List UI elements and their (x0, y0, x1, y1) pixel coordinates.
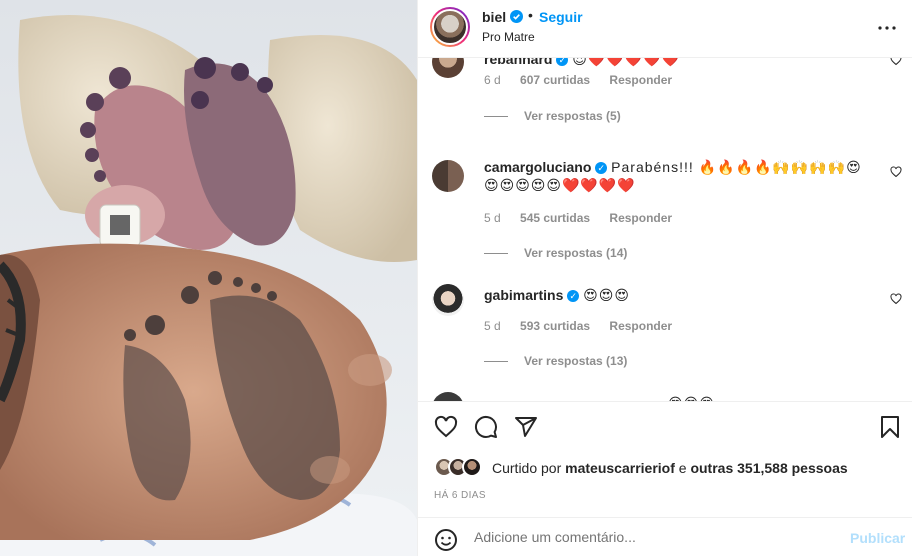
comment-likes[interactable]: 593 curtidas (520, 319, 590, 333)
more-icon[interactable] (878, 14, 896, 35)
likes-text: Curtido por mateuscarrieriof e outras 35… (492, 460, 848, 476)
author-avatar[interactable] (430, 7, 470, 47)
post-panel: biel • Seguir Pro Matre rebahnard ✓ 😍❤️❤… (417, 0, 912, 556)
comment-likes[interactable]: 607 curtidas (520, 73, 590, 87)
comment-text: 😍😍😍 (668, 394, 912, 401)
comment-text: gabimartins ✓ 😍😍😍 (484, 286, 874, 304)
comment-avatar[interactable] (432, 284, 464, 316)
comment-meta: 6 d 607 curtidas Responder (484, 73, 688, 87)
comment-like-icon[interactable] (890, 58, 902, 69)
view-replies-label: Ver respostas (13) (524, 354, 628, 368)
post-actions: Curtido por mateuscarrieriof e outras 35… (418, 401, 912, 556)
publish-button[interactable]: Publicar (850, 530, 905, 546)
liker-avatars[interactable] (434, 457, 494, 479)
comment-avatar[interactable] (432, 392, 464, 401)
comment-like-icon[interactable] (890, 293, 902, 308)
comment-body: 😍❤️❤️❤️❤️❤️ (572, 58, 681, 67)
photo-illustration (0, 0, 417, 556)
author-username[interactable]: biel (482, 9, 506, 25)
view-replies-button[interactable]: Ver respostas (14) (484, 246, 627, 260)
view-replies-label: Ver respostas (5) (524, 109, 621, 123)
verified-icon (510, 10, 523, 28)
comment-username[interactable]: camargoluciano (484, 159, 591, 175)
likes-middle: e (674, 460, 691, 476)
view-replies-label: Ver respostas (14) (524, 246, 628, 260)
comment-time[interactable]: 5 d (484, 319, 501, 333)
comment-text: rebahnard ✓ 😍❤️❤️❤️❤️❤️ (484, 58, 874, 68)
comment-text: camargoluciano ✓ Parabéns!!! 🔥🔥🔥🔥🙌🙌🙌🙌😍😍😍… (484, 158, 874, 194)
comment-likes[interactable]: 545 curtidas (520, 211, 590, 225)
reply-button[interactable]: Responder (609, 73, 672, 87)
comment-time[interactable]: 5 d (484, 211, 501, 225)
post-header: biel • Seguir Pro Matre (418, 0, 912, 58)
view-replies-button[interactable]: Ver respostas (13) (484, 354, 627, 368)
bookmark-icon[interactable] (879, 415, 901, 444)
comment-avatar[interactable] (432, 58, 464, 78)
post-location[interactable]: Pro Matre (482, 30, 535, 44)
heart-icon[interactable] (434, 415, 458, 444)
view-replies-button[interactable]: Ver respostas (5) (484, 109, 621, 123)
follow-button[interactable]: Seguir (539, 9, 583, 25)
reply-button[interactable]: Responder (609, 319, 672, 333)
comment-input[interactable] (474, 529, 834, 545)
verified-icon: ✓ (595, 162, 608, 175)
comment-time[interactable]: 6 d (484, 73, 501, 87)
verified-icon: ✓ (567, 290, 580, 303)
likes-prefix: Curtido por (492, 460, 566, 476)
comment-meta: 5 d 545 curtidas Responder (484, 211, 688, 225)
verified-icon: ✓ (556, 58, 569, 67)
likes-others[interactable]: outras 351,588 pessoas (690, 460, 847, 476)
share-icon[interactable] (514, 415, 538, 444)
emoji-icon[interactable] (434, 528, 458, 556)
reply-button[interactable]: Responder (609, 211, 672, 225)
comment-icon[interactable] (474, 415, 498, 444)
comment-meta: 5 d 593 curtidas Responder (484, 319, 688, 333)
comment-body: 😍😍😍 (583, 287, 630, 303)
comment-like-icon[interactable] (890, 166, 902, 181)
add-comment-bar: Publicar (418, 517, 912, 556)
liker-username[interactable]: mateuscarrieriof (565, 460, 675, 476)
likes-summary: Curtido por mateuscarrieriof e outras 35… (434, 457, 904, 477)
comment-username[interactable]: rebahnard (484, 58, 552, 67)
post-timestamp[interactable]: HÁ 6 DIAS (434, 490, 486, 501)
header-separator: • (528, 7, 533, 23)
comment-username[interactable]: gabimartins (484, 287, 563, 303)
comment-avatar[interactable] (432, 160, 464, 192)
post-photo[interactable] (0, 0, 417, 556)
comments-list[interactable]: rebahnard ✓ 😍❤️❤️❤️❤️❤️ 6 d 607 curtidas… (418, 58, 912, 401)
